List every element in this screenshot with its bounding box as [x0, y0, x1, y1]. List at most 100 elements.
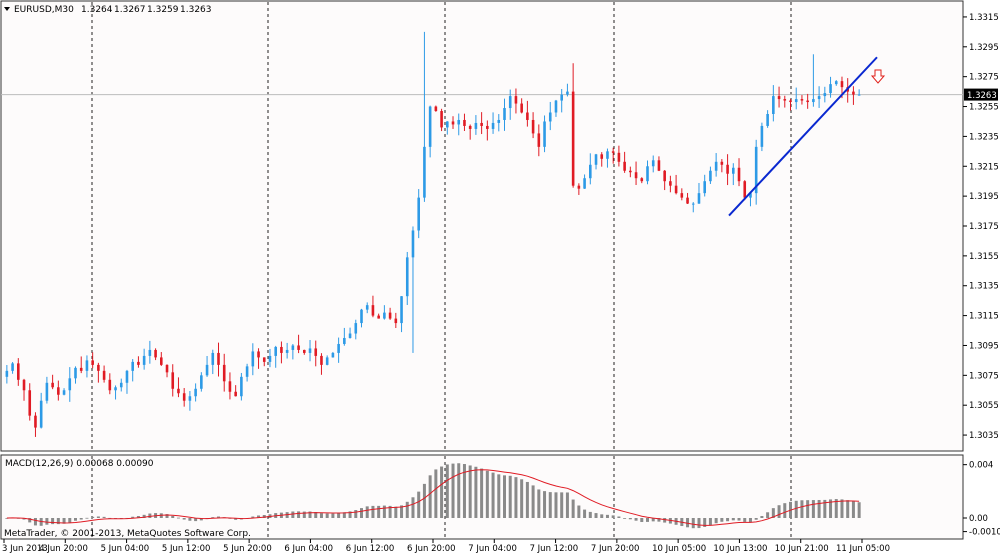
macd-bar	[560, 492, 564, 518]
candle	[760, 122, 764, 152]
macd-bar	[497, 474, 501, 518]
macd-bar	[85, 517, 89, 519]
macd-bar	[337, 513, 341, 518]
macd-bar	[485, 470, 489, 518]
price-tick-label: 1.3095	[969, 341, 999, 351]
time-tick-label: 7 Jun 04:00	[468, 544, 517, 554]
price-tick-label: 1.3215	[969, 162, 999, 172]
price-tick-label: 1.3115	[969, 312, 999, 322]
macd-bar	[371, 505, 375, 518]
macd-bar	[394, 506, 398, 518]
price-tick-label: 1.3255	[969, 103, 999, 113]
macd-bar	[33, 518, 37, 526]
time-tick-label: 10 Jun 13:00	[713, 544, 767, 554]
macd-bar	[714, 518, 718, 524]
macd-bar	[503, 475, 506, 518]
time-tick-label: 6 Jun 20:00	[407, 544, 456, 554]
macd-bar	[440, 466, 444, 518]
time-tick-label: 10 Jun 05:00	[652, 544, 706, 554]
macd-bar	[731, 518, 735, 521]
macd-bar	[720, 518, 724, 522]
price-tick-label: 1.3135	[969, 282, 999, 292]
time-tick-label: 6 Jun 04:00	[284, 544, 333, 554]
macd-bar	[451, 463, 455, 518]
macd-bar	[777, 505, 781, 518]
macd-bar	[846, 500, 850, 518]
macd-bar	[851, 501, 855, 518]
macd-bar	[96, 516, 100, 518]
macd-bar	[91, 516, 95, 518]
macd-bar	[617, 516, 621, 518]
macd-bar	[182, 518, 186, 520]
price-tick-label: 1.3315	[969, 13, 999, 23]
price-tick-label: 1.3295	[969, 43, 999, 53]
macd-bar	[554, 492, 558, 518]
macd-bar	[817, 499, 821, 518]
macd-bar	[171, 515, 175, 518]
macd-bar	[565, 492, 569, 518]
macd-title: MACD(12,26,9) 0.00068 0.00090	[5, 459, 154, 469]
time-tick-label: 7 Jun 20:00	[591, 544, 640, 554]
price-tick-label: 1.3055	[969, 401, 999, 411]
macd-bar	[428, 475, 432, 518]
macd-bar	[583, 509, 587, 518]
macd-bar	[840, 499, 844, 518]
macd-bar	[45, 518, 49, 525]
macd-bar	[382, 505, 386, 518]
current-price-label: 1.3263	[967, 91, 997, 101]
macd-bar	[514, 477, 518, 518]
macd-tick-label: 0.00	[969, 514, 988, 524]
macd-bar	[417, 491, 421, 518]
macd-bar	[611, 515, 615, 518]
macd-bar	[605, 514, 609, 518]
chart-canvas[interactable]: 1.3315 1.3295 1.3275 1.3255 1.3235 1.3215 1.31…	[0, 0, 1000, 557]
macd-bar	[319, 513, 323, 518]
macd-bar	[445, 464, 449, 518]
macd-bar	[297, 511, 301, 518]
macd-bar	[646, 518, 649, 522]
price-tick-label: 1.3275	[969, 73, 999, 83]
macd-bar	[176, 517, 180, 519]
macd-bar	[640, 518, 644, 523]
price-tick-label: 1.3175	[969, 222, 999, 232]
price-tick-label: 1.3075	[969, 371, 999, 381]
macd-bar	[548, 492, 552, 518]
time-tick-label: 10 Jun 21:00	[775, 544, 829, 554]
macd-bar	[697, 518, 701, 529]
price-axis: 1.3315 1.3295 1.3275 1.3255 1.3235 1.3215 1.31…	[963, 13, 999, 441]
macd-bar	[422, 483, 426, 518]
macd-bar	[434, 469, 438, 518]
price-tick-label: 1.3235	[969, 132, 999, 142]
time-tick-label: 11 Jun 05:00	[836, 544, 890, 554]
macd-bar	[663, 518, 667, 523]
macd-bar	[543, 491, 547, 518]
macd-bar	[691, 518, 695, 529]
macd-bar	[577, 505, 581, 518]
ohlc-high: 1.3267	[114, 5, 146, 15]
macd-bar	[68, 518, 72, 523]
macd-bar	[726, 518, 730, 522]
ohlc-low: 1.3259	[147, 5, 179, 15]
macd-bar	[411, 497, 415, 518]
macd-bar	[188, 518, 192, 521]
macd-bar	[491, 472, 495, 518]
macd-bar	[79, 518, 83, 520]
macd-bar	[806, 500, 810, 518]
macd-bar	[537, 489, 541, 518]
macd-bar	[760, 516, 764, 518]
macd-bar	[794, 500, 798, 518]
macd-bar	[325, 513, 329, 518]
macd-bar	[783, 503, 787, 518]
macd-bar	[457, 463, 461, 518]
macd-bar	[377, 505, 381, 518]
macd-bar	[468, 465, 472, 518]
macd-bar	[74, 518, 77, 521]
macd-bar	[148, 513, 152, 518]
macd-bar	[571, 499, 575, 518]
macd-bar	[623, 517, 627, 519]
macd-bar	[634, 518, 638, 521]
price-pane[interactable]	[0, 0, 964, 452]
macd-bar	[708, 518, 712, 526]
macd-bar	[291, 511, 295, 518]
time-tick-label: 7 Jun 12:00	[530, 544, 579, 554]
